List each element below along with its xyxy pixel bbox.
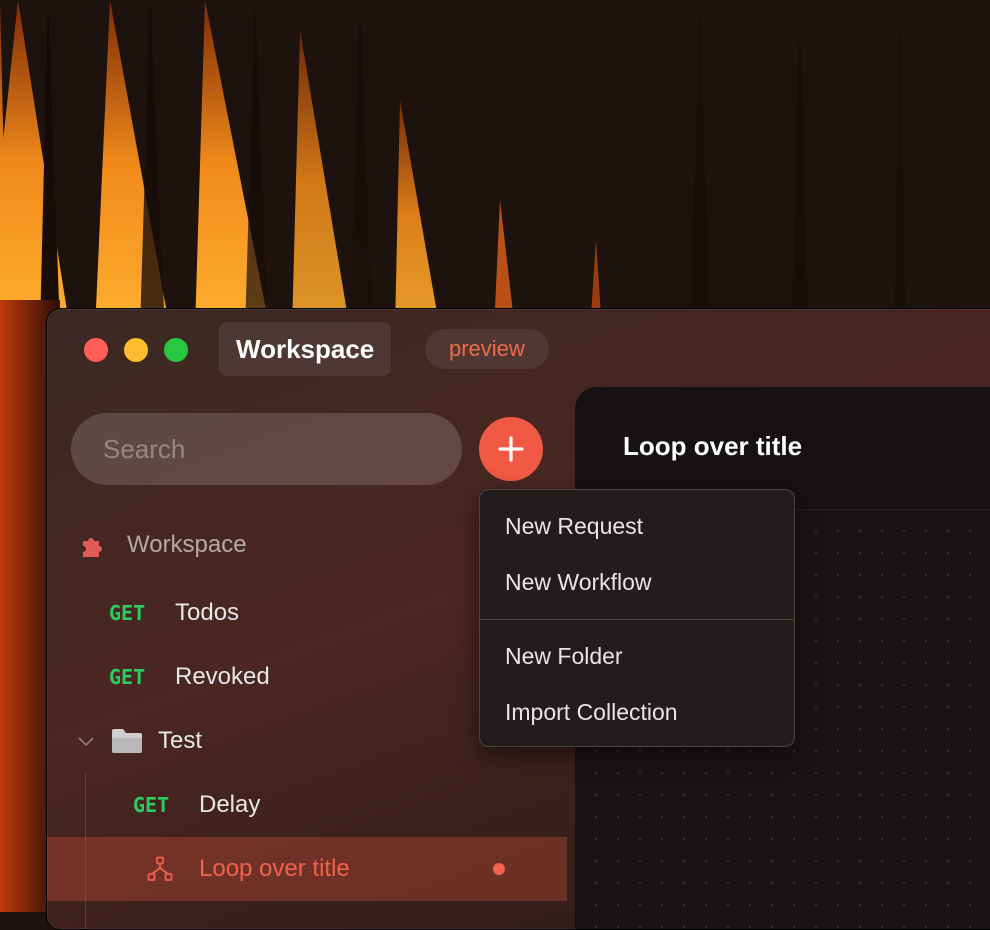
method-badge: GET (109, 601, 146, 625)
search-input[interactable] (71, 413, 462, 485)
workflow-icon (147, 856, 173, 881)
workspace-title[interactable]: Workspace (219, 322, 392, 376)
chevron-down-icon[interactable] (76, 731, 96, 751)
method-badge: GET (109, 665, 146, 689)
workspace-label: Workspace (127, 531, 247, 558)
sidebar-item-label: Todos (175, 599, 240, 626)
folder-icon (112, 729, 142, 753)
sidebar-item-loop-over-title[interactable]: Loop over title (47, 837, 567, 901)
menu-item-new-workflow[interactable]: New Workflow (505, 569, 652, 596)
menu-divider (480, 619, 794, 620)
sidebar-item-delay[interactable]: GET Delay (47, 773, 567, 837)
preview-badge: preview (425, 329, 549, 369)
add-button[interactable] (479, 417, 543, 481)
add-dropdown-menu: New Request New Workflow New Folder Impo… (479, 489, 795, 747)
menu-item-new-request[interactable]: New Request (505, 513, 643, 540)
sidebar-item-label: Loop over title (199, 855, 350, 882)
minimize-window-button[interactable] (124, 338, 148, 362)
sidebar-item-label: Delay (199, 791, 261, 818)
page-title: Loop over title (623, 431, 803, 461)
maximize-window-button[interactable] (164, 338, 188, 362)
flame-graphic (0, 0, 990, 330)
method-badge: GET (133, 793, 170, 817)
close-window-button[interactable] (84, 338, 108, 362)
plus-icon (498, 436, 524, 462)
unsaved-indicator (493, 863, 505, 875)
puzzle-icon (83, 538, 102, 557)
menu-item-import-collection[interactable]: Import Collection (505, 699, 678, 726)
sidebar-folder-label: Test (158, 727, 203, 754)
sidebar-item-label: Revoked (175, 663, 270, 690)
menu-item-new-folder[interactable]: New Folder (505, 643, 623, 670)
